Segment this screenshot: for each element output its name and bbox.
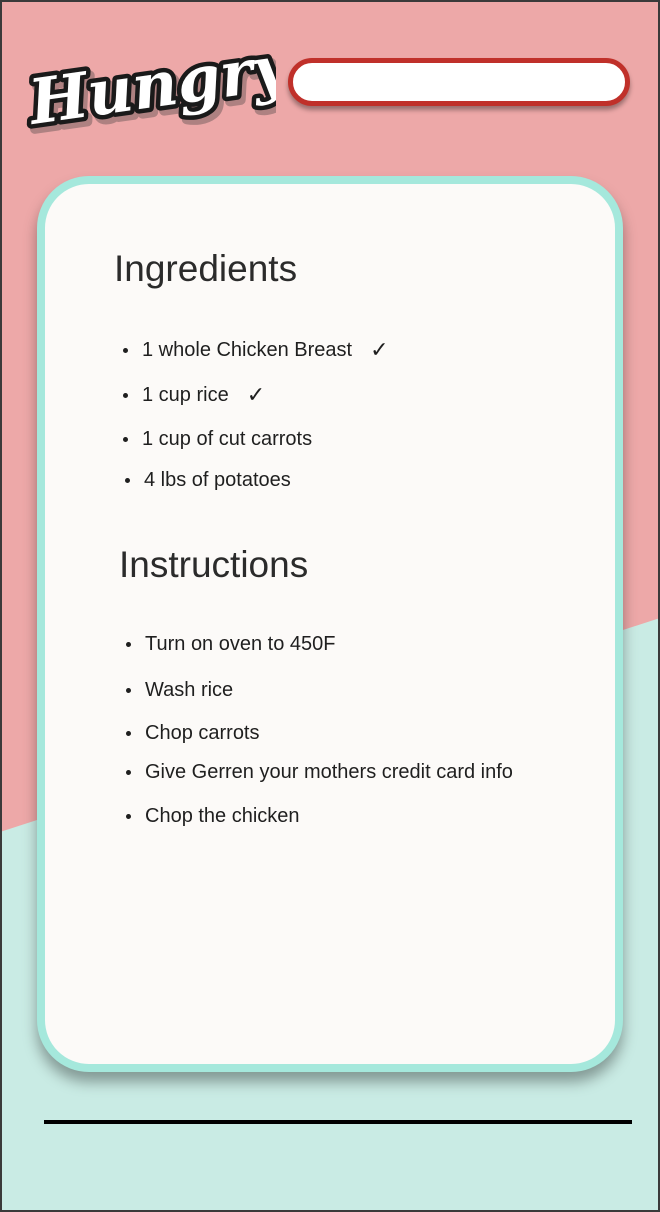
logo-text: Hungry bbox=[23, 30, 276, 139]
recipe-card: Ingredients 1 whole Chicken Breast ✓ 1 c… bbox=[37, 176, 623, 1072]
instruction-label: Chop carrots bbox=[145, 722, 260, 744]
ingredient-label: 1 cup of cut carrots bbox=[142, 428, 313, 450]
ingredient-item: 1 whole Chicken Breast ✓ bbox=[123, 338, 389, 363]
instruction-label: Turn on oven to 450F bbox=[145, 633, 336, 655]
bullet-icon bbox=[126, 688, 131, 693]
bullet-icon bbox=[123, 393, 128, 398]
bullet-icon bbox=[123, 348, 128, 353]
bullet-icon bbox=[126, 814, 131, 819]
bullet-icon bbox=[125, 478, 130, 483]
ingredient-label: 4 lbs of potatoes bbox=[144, 469, 291, 491]
check-icon: ✓ bbox=[370, 338, 389, 363]
check-icon: ✓ bbox=[246, 383, 266, 408]
instruction-label: Wash rice bbox=[145, 679, 234, 701]
bullet-icon bbox=[123, 437, 128, 442]
instruction-label: Chop the chicken bbox=[145, 805, 300, 827]
instruction-item: Chop carrots bbox=[126, 722, 260, 745]
bullet-icon bbox=[126, 770, 131, 775]
ingredient-label: 1 cup rice bbox=[142, 384, 229, 406]
ingredient-label: 1 whole Chicken Breast bbox=[142, 339, 353, 361]
instruction-item: Give Gerren your mothers credit card inf… bbox=[126, 761, 513, 784]
bullet-icon bbox=[126, 642, 131, 647]
instruction-label: Give Gerren your mothers credit card inf… bbox=[145, 761, 513, 783]
ingredient-item: 4 lbs of potatoes bbox=[125, 469, 291, 492]
bottom-divider bbox=[44, 1120, 632, 1124]
ingredient-item: 1 cup of cut carrots bbox=[123, 428, 312, 451]
bullet-icon bbox=[126, 731, 131, 736]
ingredients-title: Ingredients bbox=[114, 248, 298, 289]
instruction-item: Chop the chicken bbox=[126, 805, 300, 828]
instruction-item: Wash rice bbox=[126, 679, 233, 702]
hungry-logo: Hungry Hungry Hungry bbox=[18, 25, 276, 142]
search-input[interactable] bbox=[288, 58, 630, 106]
ingredient-item: 1 cup rice ✓ bbox=[123, 383, 265, 408]
instruction-item: Turn on oven to 450F bbox=[126, 633, 336, 656]
instructions-title: Instructions bbox=[119, 544, 309, 585]
